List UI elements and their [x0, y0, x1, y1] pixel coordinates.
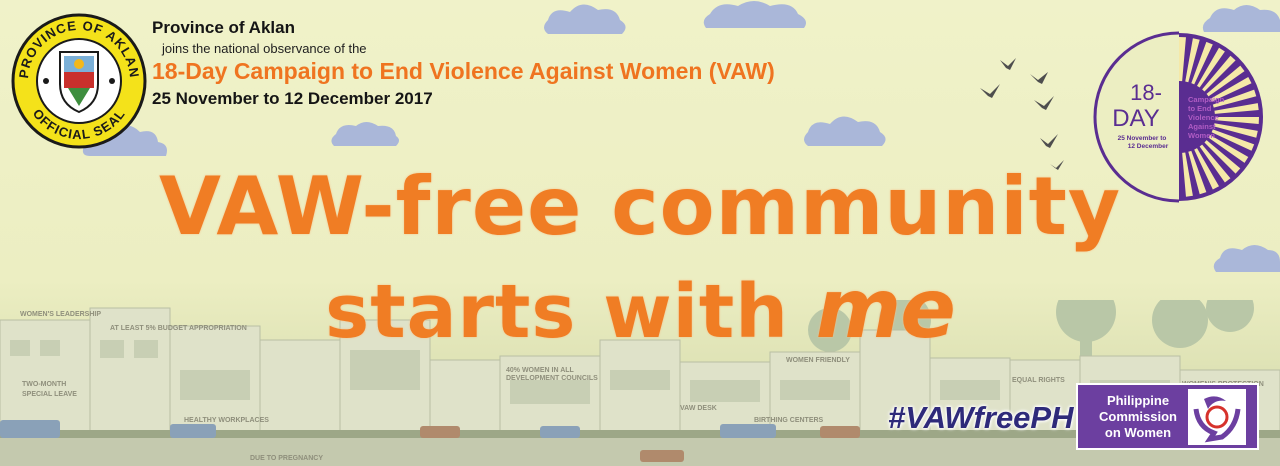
logo-title-line: Campaign: [1188, 95, 1225, 104]
svg-text:EQUAL RIGHTS: EQUAL RIGHTS: [1012, 377, 1065, 384]
svg-text:HEALTHY WORKPLACES: HEALTHY WORKPLACES: [184, 417, 269, 424]
logo-18: 18-: [1130, 80, 1162, 105]
pcw-logo-box: Philippine Commission on Women: [1076, 383, 1259, 450]
svg-text:VAW DESK: VAW DESK: [680, 405, 717, 412]
slogan-prefix: starts with: [325, 269, 816, 355]
campaign-dates: 25 November to 12 December 2017: [152, 89, 433, 108]
header-block: Province of Aklan joins the national obs…: [152, 18, 1012, 109]
logo-title-line: Violence: [1188, 113, 1219, 122]
logo-title-line: Against: [1188, 122, 1216, 131]
svg-text:WOMEN FRIENDLY: WOMEN FRIENDLY: [786, 357, 850, 364]
pcw-name-line: Commission: [1098, 408, 1177, 424]
campaign-title: 18-Day Campaign to End Violence Against …: [152, 58, 775, 84]
cloud-icon: [331, 122, 399, 146]
svg-text:DEVELOPMENT COUNCILS: DEVELOPMENT COUNCILS: [506, 375, 598, 382]
pcw-name-line: on Women: [1104, 424, 1172, 440]
logo-date-line: 12 December: [1128, 143, 1169, 150]
slogan-line-1: VAW-free community: [158, 160, 1122, 253]
logo-title-line: to End: [1188, 104, 1212, 113]
svg-text:TWO-MONTH: TWO-MONTH: [22, 381, 66, 388]
logo-day: DAY: [1112, 105, 1160, 132]
cloud-icon: [804, 116, 886, 146]
svg-text:SPECIAL LEAVE: SPECIAL LEAVE: [22, 391, 77, 398]
slogan-line-2: starts with me: [0, 262, 1280, 357]
cloud-icon: [1202, 5, 1280, 32]
logo-title-line: Women: [1188, 131, 1215, 140]
logo-date-line: 25 November to: [1118, 135, 1167, 142]
joins-text: joins the national observance of the: [162, 41, 367, 56]
pcw-name-line: Philippine: [1106, 392, 1170, 408]
pcw-emblem-icon: [1188, 388, 1246, 445]
svg-text:BIRTHING CENTERS: BIRTHING CENTERS: [754, 417, 824, 424]
official-seal-icon: PROVINCE OF AKLAN OFFICIAL SEAL: [11, 13, 147, 149]
svg-text:40% WOMEN IN ALL: 40% WOMEN IN ALL: [506, 367, 575, 374]
pcw-name: Philippine Commission on Women: [1078, 393, 1186, 441]
slogan-emphasis: me: [815, 262, 956, 357]
province-name: Province of Aklan: [152, 18, 295, 37]
campaign-banner: WOMEN'S LEADERSHIP AT LEAST 5% BUDGET AP…: [0, 0, 1280, 466]
svg-text:DUE TO PREGNANCY: DUE TO PREGNANCY: [250, 455, 323, 462]
hashtag: #VAWfreePH: [888, 400, 1074, 435]
